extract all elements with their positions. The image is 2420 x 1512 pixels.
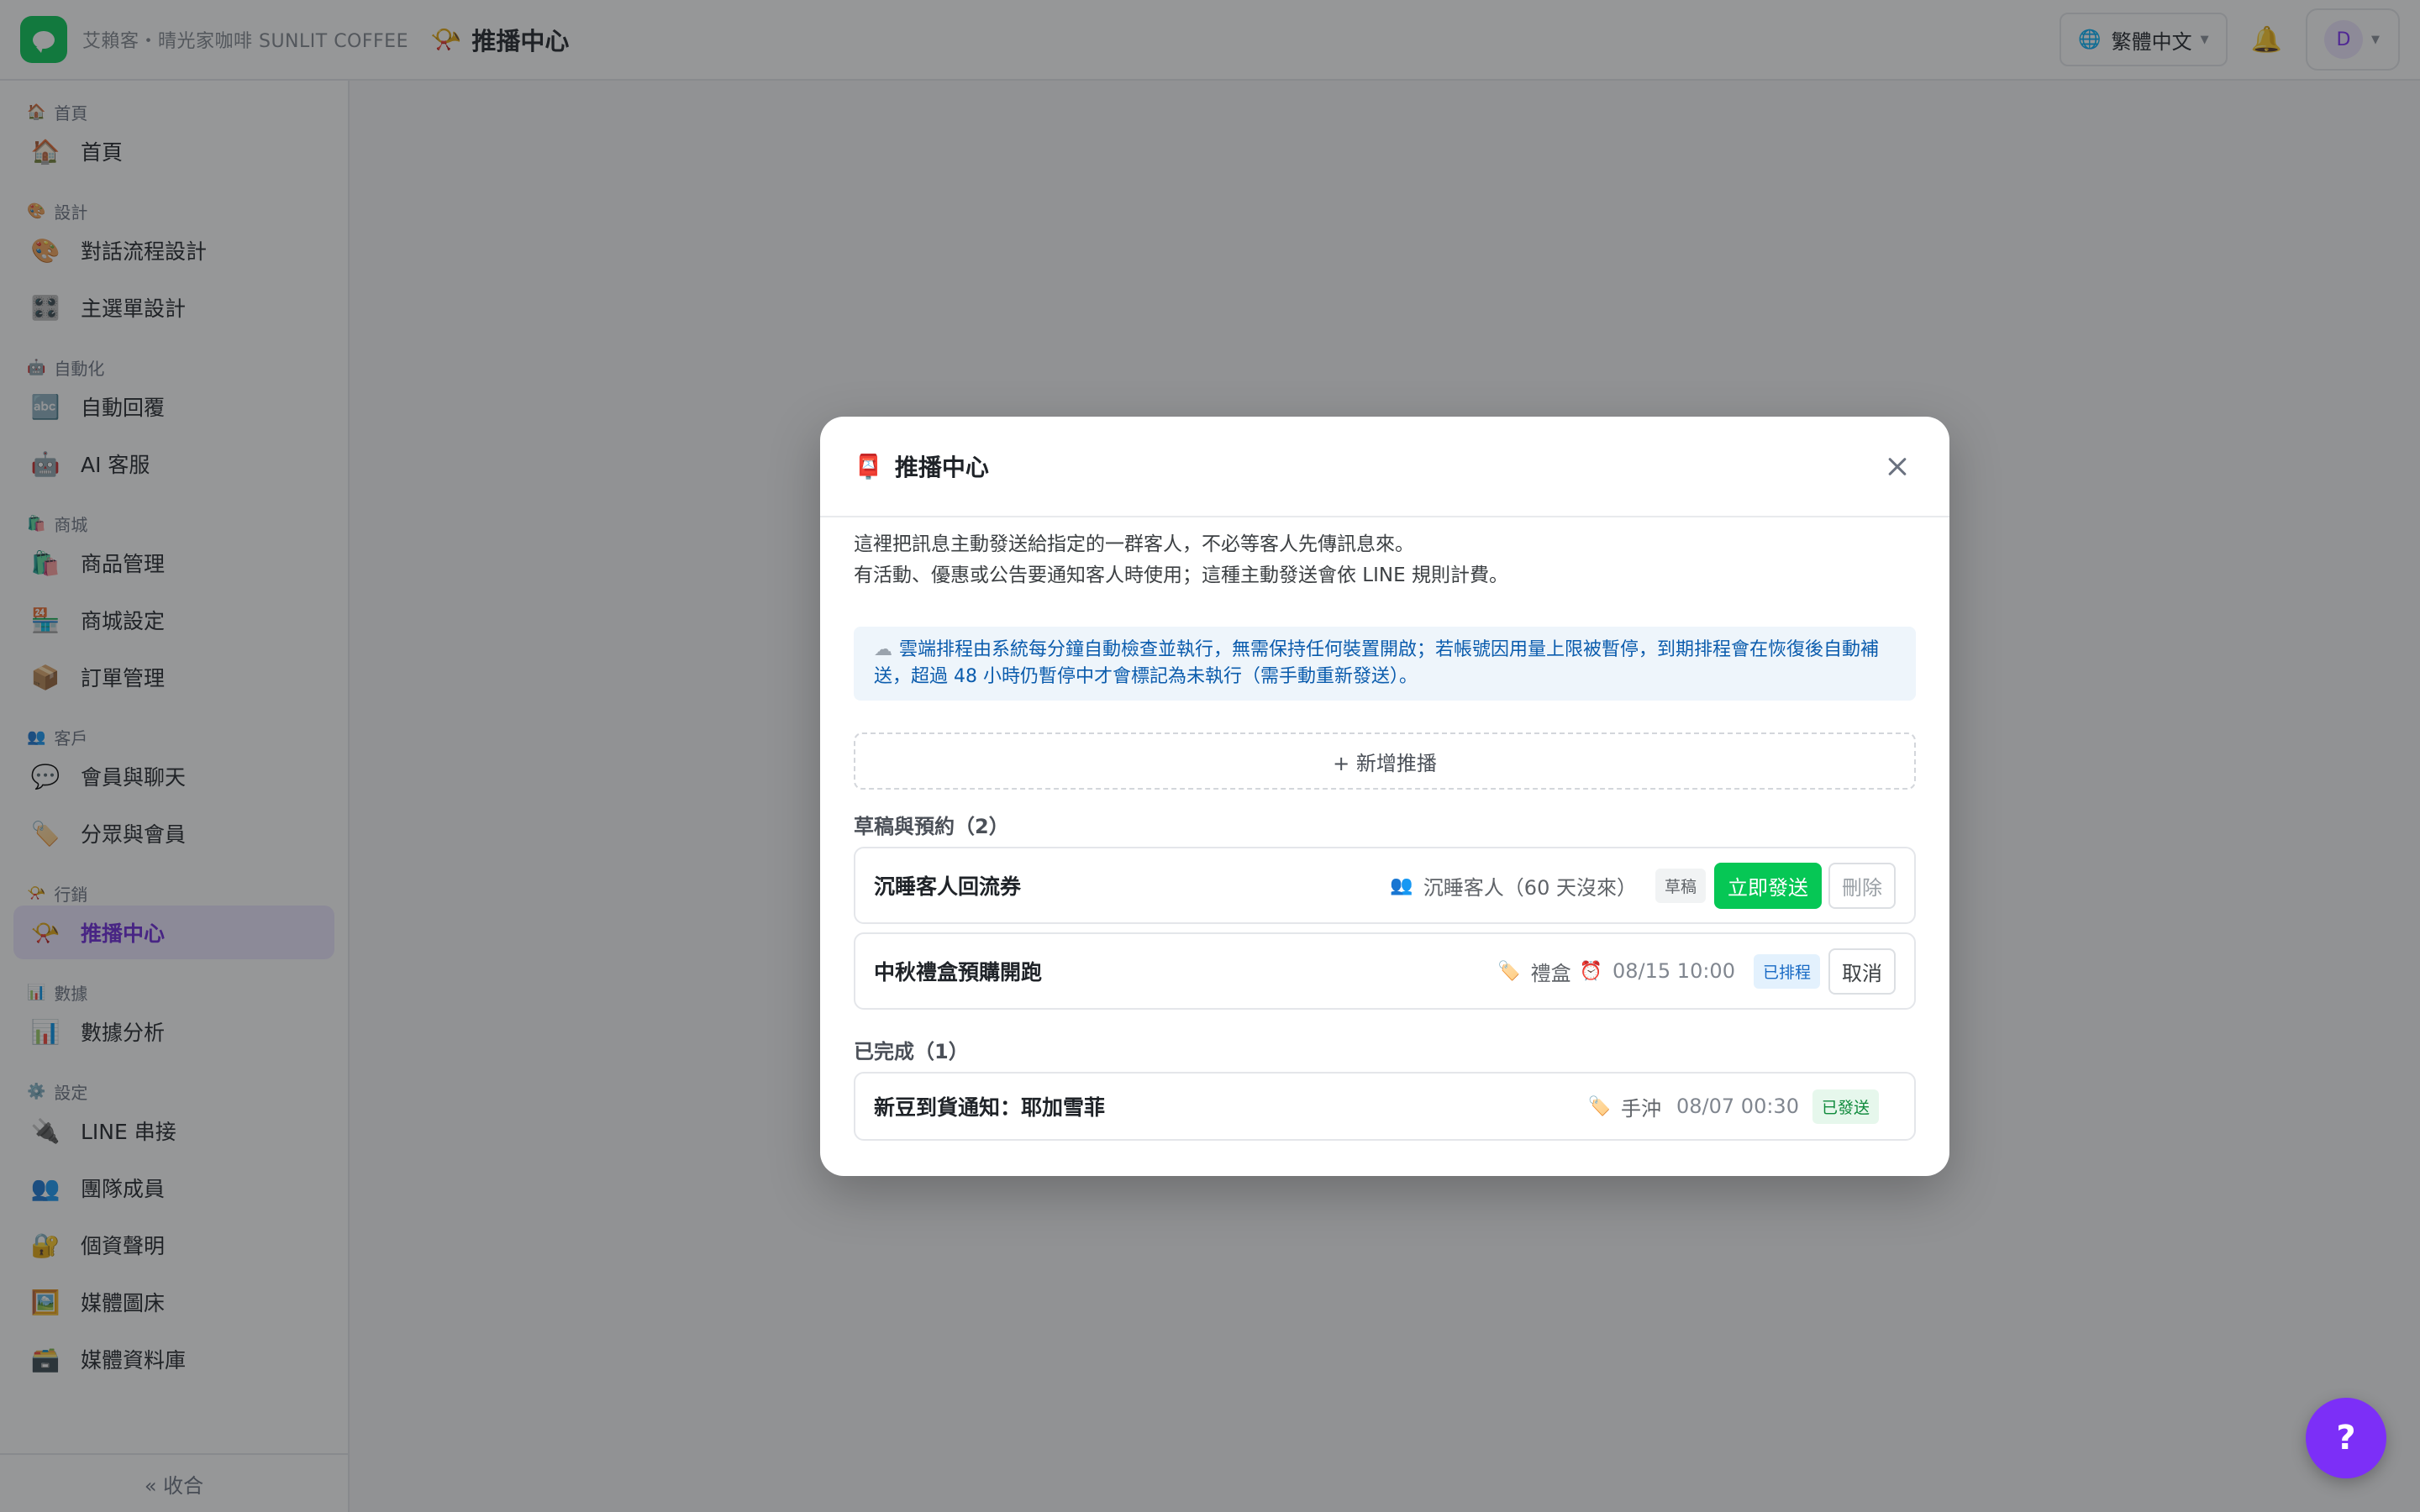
tag-icon: 🏷️ bbox=[1497, 960, 1521, 982]
broadcast-modal: 📮 推播中心 這裡把訊息主動發送給指定的一群客人，不必等客人先傳訊息來。 有活動… bbox=[820, 417, 1949, 1176]
modal-intro: 這裡把訊息主動發送給指定的一群客人，不必等客人先傳訊息來。 有活動、優惠或公告要… bbox=[854, 533, 1508, 586]
alarm-clock-icon: ⏰ bbox=[1579, 960, 1603, 982]
modal-title: 推播中心 bbox=[894, 454, 989, 481]
add-broadcast-button[interactable]: + 新增推播 bbox=[854, 732, 1916, 790]
cloud-icon: ☁ bbox=[874, 639, 892, 660]
audience-label: 🏷️ 手沖 bbox=[1587, 1095, 1662, 1121]
people-icon: 👥 bbox=[1390, 874, 1413, 896]
broadcast-title: 新豆到貨通知：耶加雪菲 bbox=[874, 1095, 1106, 1120]
modal-header: 📮 推播中心 bbox=[820, 417, 1949, 517]
status-badge: 草稿 bbox=[1655, 868, 1706, 903]
cloud-schedule-notice: ☁ 雲端排程由系統每分鐘自動檢查並執行，無需保持任何裝置開啟；若帳號因用量上限被暫… bbox=[854, 627, 1916, 701]
done-group-title: 已完成（1） bbox=[854, 1040, 969, 1063]
list-item[interactable]: 中秋禮盒預購開跑 🏷️ 禮盒 ⏰ 08/15 10:00 已排程 取消 bbox=[854, 932, 1916, 1010]
list-item[interactable]: 沉睡客人回流券 👥 沉睡客人（60 天沒來） 草稿 立即發送 刪除 bbox=[854, 847, 1916, 924]
sent-time: 08/07 00:30 bbox=[1676, 1095, 1799, 1118]
list-item[interactable]: 新豆到貨通知：耶加雪菲 🏷️ 手沖 08/07 00:30 已發送 bbox=[854, 1072, 1916, 1141]
broadcast-title: 沉睡客人回流券 bbox=[874, 874, 1022, 899]
status-badge: 已排程 bbox=[1753, 953, 1820, 989]
mailbox-icon: 📮 bbox=[854, 452, 883, 480]
broadcast-title: 中秋禮盒預購開跑 bbox=[874, 960, 1043, 984]
send-now-button[interactable]: 立即發送 bbox=[1714, 862, 1822, 909]
drafts-group-title: 草稿與預約（2） bbox=[854, 815, 1009, 838]
tag-icon: 🏷️ bbox=[1587, 1095, 1612, 1117]
help-button[interactable]: ? bbox=[2306, 1398, 2386, 1478]
audience-label: 🏷️ 禮盒 bbox=[1497, 960, 1571, 985]
close-icon[interactable] bbox=[1879, 448, 1916, 485]
audience-label: 👥 沉睡客人（60 天沒來） bbox=[1390, 874, 1637, 900]
schedule-time: ⏰ 08/15 10:00 bbox=[1579, 959, 1735, 983]
cancel-button[interactable]: 取消 bbox=[1828, 948, 1896, 995]
delete-button[interactable]: 刪除 bbox=[1828, 862, 1896, 909]
status-badge: 已發送 bbox=[1812, 1089, 1879, 1124]
